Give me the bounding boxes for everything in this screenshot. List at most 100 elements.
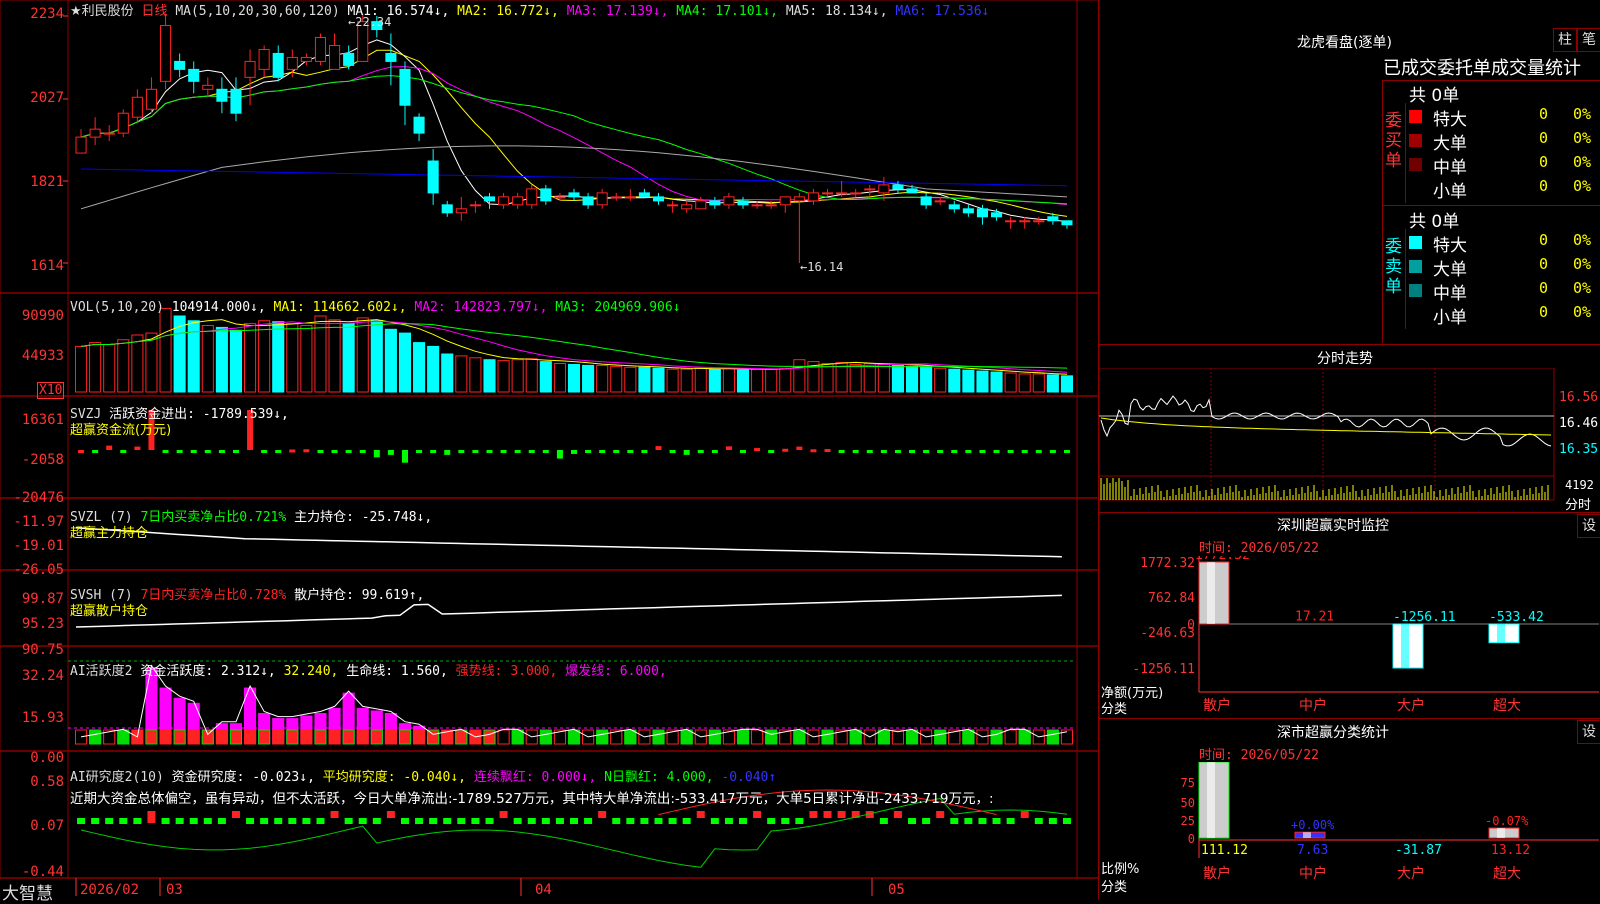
activity-base-bar	[708, 729, 721, 745]
lhb-row-count: 0	[1539, 303, 1549, 321]
ai1-v1: 资金活跃度: 2.312↓,	[140, 664, 276, 679]
research-bar	[753, 811, 762, 818]
candle-body	[610, 196, 622, 199]
monitor-category: 散户	[1203, 697, 1231, 714]
ma2-value: MA2: 16.772↓,	[457, 4, 559, 19]
price-ma4-line	[80, 75, 1068, 205]
candle-body	[1061, 220, 1073, 226]
flow-bar	[894, 450, 901, 453]
volume-bar	[652, 367, 665, 393]
main-chart-svg[interactable]	[0, 0, 1100, 900]
flow-bar	[740, 450, 747, 453]
activity-base-bar	[328, 729, 341, 745]
research-bar	[457, 818, 466, 824]
lhb-row-swatch	[1409, 308, 1422, 321]
flow-bar	[782, 448, 789, 452]
classify-title: 深市超赢分类统计	[1277, 725, 1389, 741]
intraday-chart[interactable]	[1099, 368, 1600, 510]
activity-base-bar	[159, 729, 172, 745]
svzj-tick-0: 16361	[21, 412, 64, 428]
lhb-row-name: 中单	[1433, 158, 1467, 178]
research-bar	[767, 818, 776, 824]
volume-bar	[300, 325, 313, 393]
lhb-row: 中单 0 0%	[1409, 279, 1600, 304]
candle-body	[962, 208, 974, 214]
lhb-row-count: 0	[1539, 153, 1549, 171]
ai2-header: AI研究度2(10) 资金研究度: -0.023↓, 平均研究度: -0.040…	[70, 766, 776, 785]
research-bar	[795, 818, 804, 824]
flow-bar	[162, 450, 169, 453]
lhb-row: 小单 0 0%	[1409, 303, 1600, 328]
lhb-row-swatch	[1409, 284, 1422, 297]
candle-body	[864, 188, 876, 191]
candle-body	[469, 204, 481, 207]
lhb-stat-box: 共 0单 委买单 特大 0 0% 大单 0 0% 中单 0 0% 小单 0 0% 共 0单 委卖单 特…	[1382, 80, 1600, 343]
volume-bar	[1032, 373, 1045, 393]
vol-title: VOL(5,10,20)	[70, 300, 164, 315]
activity-base-bar	[455, 729, 468, 745]
flow-bar	[1049, 450, 1056, 453]
activity-base-bar	[258, 729, 271, 745]
lhb-mid-divider	[1383, 205, 1600, 206]
volume-bar	[905, 365, 919, 393]
research-bar	[147, 811, 156, 823]
volume-bar	[455, 355, 468, 393]
lhb-subtitle: 已成交委托单成交量统计	[1383, 58, 1581, 79]
monitor-bar-value: 1772.32	[1195, 556, 1250, 563]
candle-body	[216, 88, 228, 102]
research-bar	[908, 818, 917, 824]
volume-bar	[215, 326, 228, 393]
classify-ylabel: 比例%	[1101, 862, 1140, 877]
volume-bar	[751, 368, 764, 393]
activity-base-bar	[497, 729, 510, 745]
lhb-row-count: 0	[1539, 255, 1549, 273]
classify-xlabel: 分类	[1101, 880, 1128, 895]
classify-top-line	[1099, 718, 1600, 719]
ai2-v4: N日飘红: 4.000,	[604, 770, 714, 785]
candle-body	[638, 192, 650, 198]
flow-bar	[78, 450, 85, 453]
flow-bar	[303, 449, 310, 453]
research-bar	[91, 818, 100, 824]
research-bar	[429, 818, 438, 824]
classify-settings-button[interactable]: 设	[1577, 720, 1600, 744]
sell-total: 共 0单	[1409, 212, 1460, 232]
ma4-value: MA4: 17.101↓,	[676, 4, 779, 19]
lhb-row: 大单 0 0%	[1409, 255, 1600, 280]
candle-body	[779, 196, 791, 206]
flow-bar	[289, 449, 296, 453]
period-label[interactable]: 日线	[141, 4, 167, 19]
tick-mode-button[interactable]: 笔	[1577, 28, 1600, 52]
research-bar	[344, 818, 353, 824]
research-bar	[710, 818, 719, 824]
candle-body	[145, 88, 158, 110]
main-chart-area[interactable]: ★利民股份 日线 MA(5,10,20,30,60,120) MA1: 16.5…	[0, 0, 1100, 904]
research-bar	[1034, 818, 1043, 824]
ai1-v2: 32.240,	[283, 664, 339, 679]
flow-bar	[669, 450, 676, 453]
monitor-category: 中户	[1299, 697, 1327, 714]
volume-bar	[666, 368, 679, 393]
ma-params: MA(5,10,20,30,60,120)	[175, 4, 340, 19]
lhb-row-name: 小单	[1433, 182, 1467, 202]
bar-mode-button[interactable]: 柱	[1553, 28, 1577, 52]
lhb-row-name: 特大	[1433, 110, 1467, 130]
flow-bar	[599, 450, 606, 453]
candle-body	[737, 200, 749, 206]
candle-body	[512, 196, 524, 206]
monitor-settings-button[interactable]: 设	[1577, 514, 1600, 538]
ai2-v3: 连续飘红: 0.000↓,	[473, 770, 597, 785]
volume-bar	[286, 323, 299, 393]
activity-base-bar	[145, 729, 158, 745]
flow-bar	[92, 450, 99, 453]
flow-bar	[965, 450, 972, 453]
flow-bar	[951, 450, 958, 453]
main-header: ★利民股份 日线 MA(5,10,20,30,60,120) MA1: 16.5…	[70, 0, 989, 19]
research-bar	[570, 818, 578, 824]
candle-body	[117, 112, 129, 134]
flow-bar	[571, 450, 577, 454]
research-bar	[274, 818, 283, 824]
flow-bar	[204, 450, 211, 453]
monitor-bar-value: -533.42	[1489, 610, 1544, 625]
ai1-v4: 强势线: 3.000,	[455, 664, 558, 679]
